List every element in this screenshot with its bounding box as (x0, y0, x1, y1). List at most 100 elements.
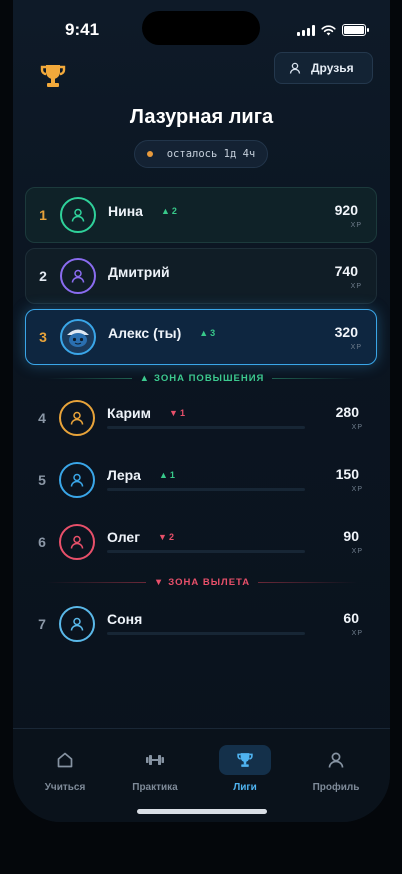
xp-unit: XP (350, 344, 362, 351)
leaderboard-row[interactable]: 4 Карим ▼ 1 280 XP (25, 390, 377, 446)
league-title: Лазурная лига (129, 106, 274, 128)
player-info: Олег ▼ 2 (107, 514, 321, 570)
rank-number: 6 (38, 534, 46, 550)
user-icon (71, 269, 85, 283)
dumbbell-icon (146, 755, 164, 765)
home-icon (57, 752, 73, 768)
user-icon (70, 473, 84, 487)
demotion-zone-divider: ▼ ЗОНА ВЫЛЕТА (47, 575, 357, 589)
tab-bar: Учиться Практика Лиги Профиль (13, 728, 390, 822)
leaderboard-row[interactable]: 2 Дмитрий 740 XP (25, 248, 377, 304)
rank-down-badge: ▼ 1 (169, 408, 185, 418)
rank-delta-value: 2 (168, 532, 174, 542)
rank-number: 1 (39, 207, 47, 223)
app-screen: 9:41 Друзья Лазурная лига осталось 1д 4ч… (13, 0, 390, 822)
leaderboard-row[interactable]: 7 Соня 60 XP (25, 596, 377, 652)
arrow-up-icon: ▲ (139, 372, 151, 384)
user-icon (70, 411, 84, 425)
xp-value: 150 (335, 466, 359, 482)
xp-track (107, 550, 305, 553)
arrow-down-icon: ▼ (158, 532, 167, 542)
arrow-down-icon: ▼ (153, 576, 165, 588)
rank-down-badge: ▼ 2 (158, 532, 174, 542)
arrow-up-icon: ▲ (160, 206, 170, 216)
xp-block: 150 XP (321, 452, 377, 508)
timer-text: осталось 1д 4ч (166, 148, 256, 160)
rank-number: 3 (39, 329, 47, 345)
rank-delta-value: 1 (179, 408, 185, 418)
rank-delta-value: 1 (169, 470, 175, 480)
rank-delta-value: 3 (210, 328, 216, 338)
battery-icon (342, 24, 369, 36)
avatar (59, 462, 95, 498)
timer-dot-icon (147, 151, 153, 157)
xp-value: 920 (334, 202, 358, 218)
xp-track (107, 426, 305, 429)
player-name: Алекс (ты) (108, 325, 182, 341)
player-name: Лера (107, 467, 141, 483)
avatar (59, 400, 95, 436)
tab-leagues-label: Лиги (233, 782, 257, 793)
user-icon (70, 617, 84, 631)
rank-number: 5 (38, 472, 46, 488)
xp-unit: XP (351, 486, 363, 493)
home-indicator[interactable] (137, 809, 267, 814)
leaderboard-row[interactable]: 5 Лера ▲ 1 150 XP (25, 452, 377, 508)
status-time: 9:41 (65, 20, 100, 39)
wifi-icon (321, 24, 336, 35)
status-icons (297, 24, 369, 36)
xp-value: 320 (334, 324, 358, 340)
xp-track (107, 632, 305, 635)
rank-up-badge: ▲ 3 (199, 328, 215, 338)
tab-profile[interactable]: Профиль (300, 745, 372, 801)
xp-block: 60 XP (321, 596, 377, 652)
tab-leagues[interactable]: Лиги (209, 745, 281, 801)
rank-number: 7 (38, 616, 46, 632)
tab-practice[interactable]: Практика (119, 745, 191, 801)
player-name: Карим (107, 405, 152, 421)
friends-label: Друзья (311, 61, 354, 75)
tab-profile-label: Профиль (312, 782, 360, 793)
xp-block: 90 XP (321, 514, 377, 570)
xp-block: 920 XP (320, 188, 376, 242)
xp-value: 60 (343, 610, 359, 626)
bot-avatar-icon (67, 329, 89, 347)
rank-number: 4 (38, 410, 46, 426)
player-info: Нина ▲ 2 (108, 188, 320, 242)
demotion-zone-label: ЗОНА ВЫЛЕТА (168, 576, 251, 588)
xp-track (107, 488, 305, 491)
xp-unit: XP (351, 630, 363, 637)
signal-icon (297, 24, 315, 36)
player-info: Соня (107, 596, 321, 652)
xp-block: 280 XP (321, 390, 377, 446)
player-info: Дмитрий (108, 249, 320, 303)
rank-number: 2 (39, 268, 47, 284)
leaderboard-row[interactable]: 6 Олег ▼ 2 90 XP (25, 514, 377, 570)
leaderboard-row[interactable]: 3 Алекс (ты) ▲ 3 320 XP (25, 309, 377, 365)
player-info: Алекс (ты) ▲ 3 (108, 310, 320, 364)
trophy-icon[interactable] (37, 60, 69, 92)
leaderboard-row[interactable]: 1 Нина ▲ 2 920 XP (25, 187, 377, 243)
league-timer: осталось 1д 4ч (134, 140, 268, 168)
arrow-up-icon: ▲ (199, 328, 209, 338)
trophy-icon (237, 753, 253, 767)
promotion-zone-divider: ▲ ЗОНА ПОВЫШЕНИЯ (47, 371, 358, 385)
profile-icon (328, 752, 344, 768)
tab-learn-label: Учиться (44, 782, 86, 793)
player-name: Соня (107, 611, 143, 627)
tab-learn[interactable]: Учиться (29, 745, 101, 801)
xp-value: 280 (335, 404, 359, 420)
player-name: Нина (108, 203, 143, 219)
xp-unit: XP (351, 548, 363, 555)
rank-delta-value: 2 (171, 206, 177, 216)
friends-button[interactable]: Друзья (274, 52, 373, 84)
xp-unit: XP (350, 283, 362, 290)
xp-block: 320 XP (320, 310, 376, 364)
arrow-up-icon: ▲ (158, 470, 168, 480)
xp-value: 740 (334, 263, 358, 279)
rank-up-badge: ▲ 1 (159, 470, 175, 480)
user-icon (289, 62, 301, 74)
xp-unit: XP (350, 222, 362, 229)
player-name: Дмитрий (108, 264, 170, 280)
avatar-me (60, 319, 96, 355)
